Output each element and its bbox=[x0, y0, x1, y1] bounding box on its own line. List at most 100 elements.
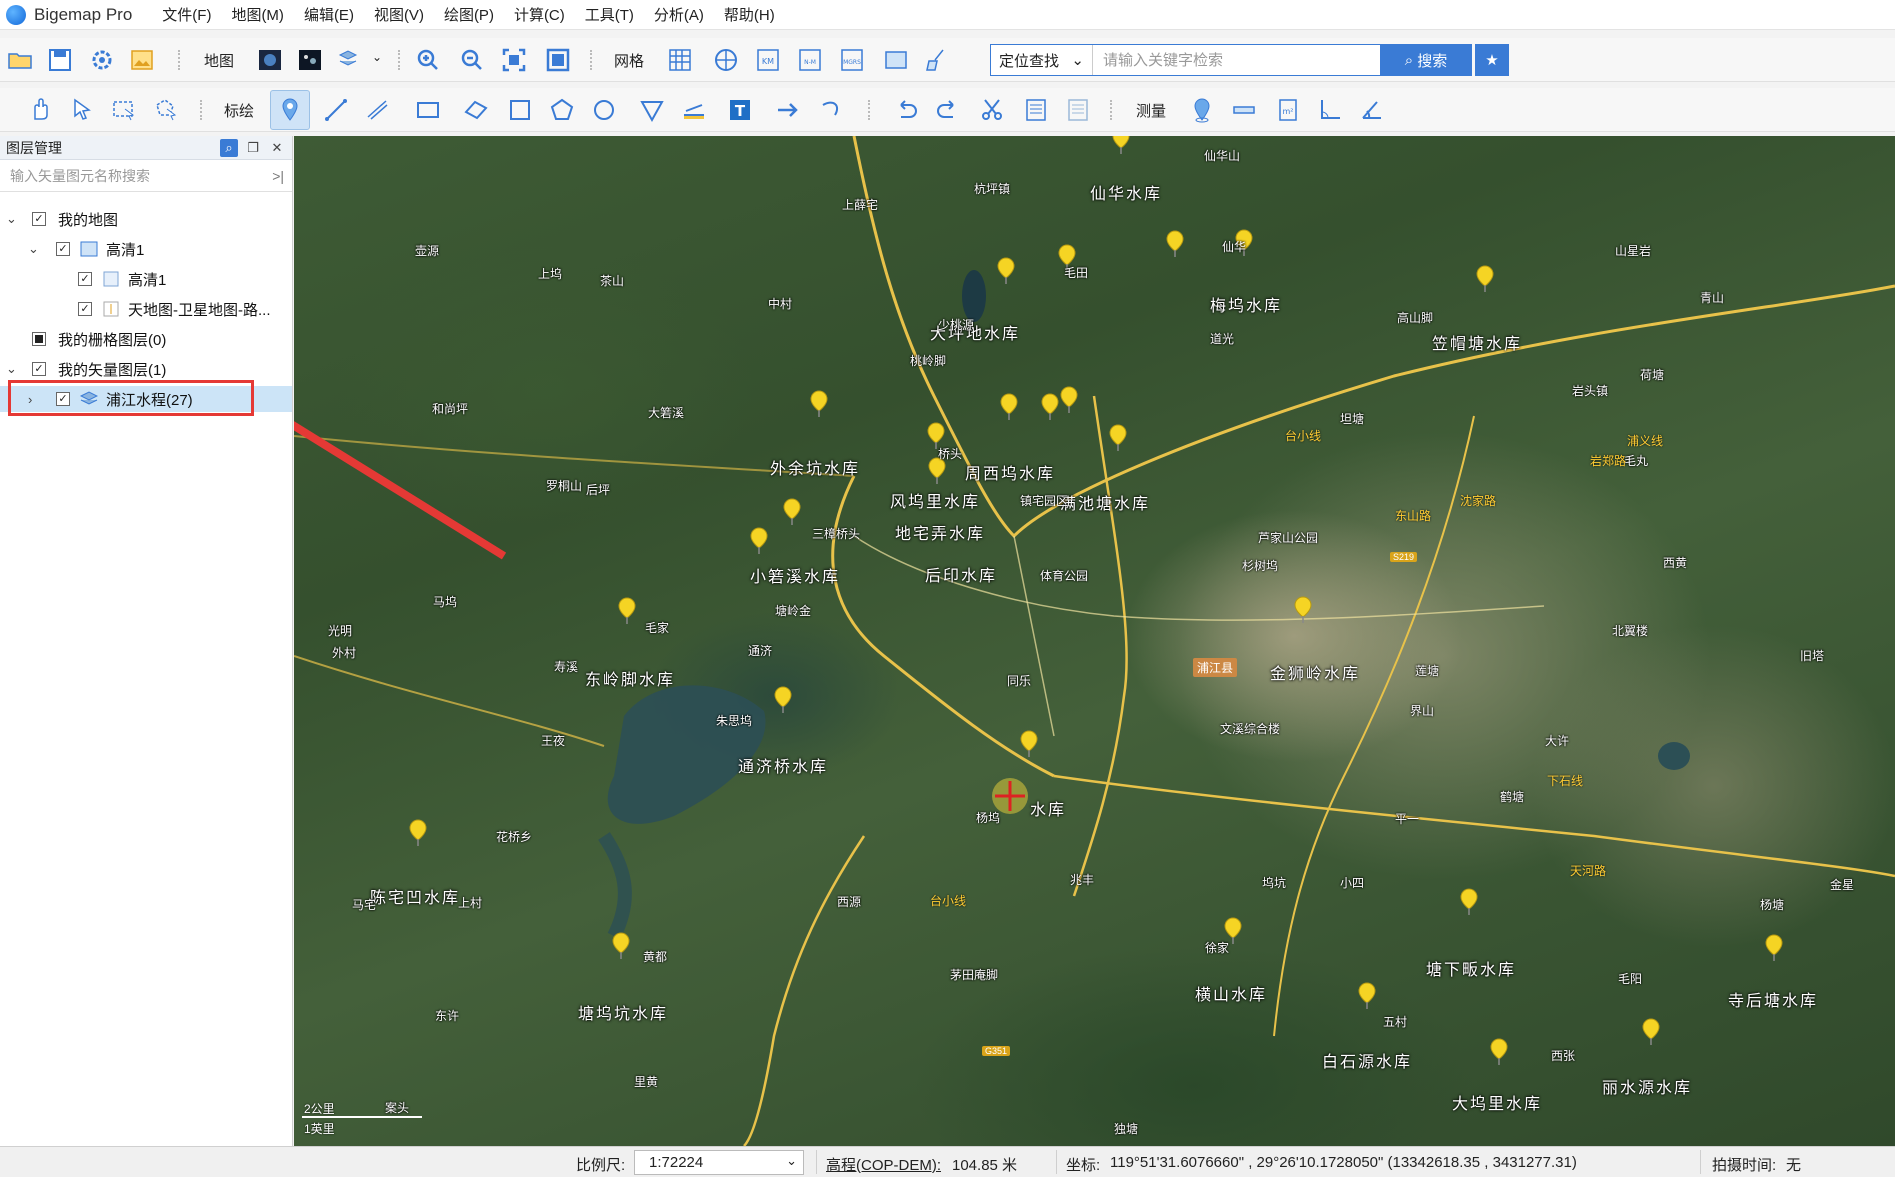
search-button[interactable]: ⌕ 搜索 bbox=[1380, 44, 1472, 76]
reservoir-label[interactable]: 通济桥水库 bbox=[738, 753, 828, 777]
reservoir-marker-pin-icon[interactable] bbox=[1111, 136, 1131, 155]
tree-row-tianditu[interactable]: ✓ 天地图-卫星地图-路... bbox=[0, 296, 292, 322]
image-icon[interactable] bbox=[128, 46, 156, 74]
menu-edit[interactable]: 编辑(E) bbox=[294, 4, 364, 25]
broom-clear-icon[interactable] bbox=[922, 46, 950, 74]
reservoir-marker-pin-icon[interactable] bbox=[1357, 982, 1377, 1010]
box-select-icon[interactable] bbox=[110, 96, 138, 124]
reservoir-marker-pin-icon[interactable] bbox=[1764, 934, 1784, 962]
save-icon[interactable] bbox=[46, 46, 74, 74]
reservoir-marker-pin-icon[interactable] bbox=[1019, 730, 1039, 758]
zoom-extent-icon[interactable] bbox=[500, 46, 528, 74]
reservoir-label[interactable]: 金狮岭水库 bbox=[1270, 660, 1360, 684]
satellite-map-icon[interactable] bbox=[256, 46, 284, 74]
menu-file[interactable]: 文件(F) bbox=[152, 4, 221, 25]
reservoir-label[interactable]: 仙华水库 bbox=[1090, 180, 1162, 204]
collapse-arrow-icon[interactable]: >| bbox=[272, 168, 284, 184]
measure-point-icon[interactable] bbox=[1188, 96, 1216, 124]
reservoir-marker-pin-icon[interactable] bbox=[1293, 596, 1313, 624]
menu-calc[interactable]: 计算(C) bbox=[504, 4, 575, 25]
reservoir-marker-pin-icon[interactable] bbox=[996, 257, 1016, 285]
reservoir-marker-pin-icon[interactable] bbox=[1459, 888, 1479, 916]
circle-draw-icon[interactable] bbox=[590, 96, 618, 124]
tree-row-vector[interactable]: ⌄ ✓ 我的矢量图层(1) bbox=[0, 356, 292, 382]
undo-icon[interactable] bbox=[892, 96, 920, 124]
line-draw-icon[interactable] bbox=[322, 96, 350, 124]
reservoir-marker-pin-icon[interactable] bbox=[617, 597, 637, 625]
square-draw-icon[interactable] bbox=[506, 96, 534, 124]
reservoir-label[interactable]: 横山水库 bbox=[1195, 981, 1267, 1005]
reservoir-label[interactable]: 外余坑水库 bbox=[770, 455, 860, 479]
reservoir-label[interactable]: 梅坞水库 bbox=[1210, 292, 1282, 316]
full-extent-icon[interactable] bbox=[544, 46, 572, 74]
reservoir-label[interactable]: 陈宅凹水库 bbox=[370, 884, 460, 908]
latlon-grid-icon[interactable] bbox=[712, 46, 740, 74]
list-icon[interactable] bbox=[1064, 96, 1092, 124]
reservoir-label[interactable]: 笠帽塘水库 bbox=[1432, 330, 1522, 354]
layer-search-field[interactable]: 输入矢量图元名称搜索 >| bbox=[0, 160, 292, 192]
reservoir-label[interactable]: 满池塘水库 bbox=[1060, 490, 1150, 514]
reservoir-marker-pin-icon[interactable] bbox=[1475, 265, 1495, 293]
mgrs-grid-icon[interactable]: MGRS bbox=[838, 46, 866, 74]
measure-angle-icon[interactable] bbox=[1316, 96, 1344, 124]
reservoir-label[interactable]: 小箬溪水库 bbox=[750, 563, 840, 587]
night-map-icon[interactable] bbox=[296, 46, 324, 74]
search-icon[interactable]: ⌕ bbox=[220, 139, 238, 157]
reservoir-label[interactable]: 大坞里水库 bbox=[1452, 1090, 1542, 1114]
checkbox-my-map[interactable]: ✓ bbox=[32, 212, 46, 226]
reservoir-marker-pin-icon[interactable] bbox=[611, 932, 631, 960]
tree-row-hd1-item[interactable]: ✓ 高清1 bbox=[0, 266, 292, 292]
curve-arrow-icon[interactable] bbox=[818, 96, 846, 124]
favorite-star-icon[interactable]: ★ bbox=[1475, 44, 1509, 76]
grid-icon[interactable] bbox=[666, 46, 694, 74]
chevron-down-icon[interactable]: ⌄ bbox=[28, 241, 39, 257]
polygon-draw-icon[interactable] bbox=[462, 96, 490, 124]
reservoir-marker-pin-icon[interactable] bbox=[1165, 230, 1185, 258]
text-tool-icon[interactable]: T bbox=[726, 96, 754, 124]
freehand-line-icon[interactable] bbox=[364, 96, 392, 124]
map-layers-dropdown-icon[interactable] bbox=[336, 46, 364, 74]
nmm-grid-icon[interactable]: N-M bbox=[796, 46, 824, 74]
reservoir-marker-pin-icon[interactable] bbox=[1040, 393, 1060, 421]
checkbox-vector[interactable]: ✓ bbox=[32, 362, 46, 376]
measure-label[interactable]: 测量 bbox=[1136, 100, 1166, 121]
scissors-cut-icon[interactable] bbox=[978, 96, 1006, 124]
float-window-icon[interactable]: ❐ bbox=[244, 139, 262, 157]
checkbox-raster[interactable] bbox=[32, 332, 46, 346]
close-icon[interactable]: ✕ bbox=[268, 139, 286, 157]
tree-row-my-map[interactable]: ⌄ ✓ 我的地图 bbox=[0, 206, 292, 232]
chevron-down-icon[interactable]: ⌄ bbox=[6, 361, 17, 377]
pentagon-draw-icon[interactable] bbox=[548, 96, 576, 124]
zoom-in-icon[interactable] bbox=[414, 46, 442, 74]
reservoir-marker-pin-icon[interactable] bbox=[999, 393, 1019, 421]
map-view[interactable]: 仙华水库 梅坞水库 笠帽塘水库 大坪地水库 周西坞水库 满池塘水库 金狮岭水库 外余坑水库 风坞… bbox=[294, 136, 1895, 1146]
redo-icon[interactable] bbox=[934, 96, 962, 124]
reservoir-label[interactable]: 塘坞坑水库 bbox=[578, 1000, 668, 1024]
menu-view[interactable]: 视图(V) bbox=[364, 4, 434, 25]
open-folder-icon[interactable] bbox=[6, 46, 34, 74]
buffer-icon[interactable] bbox=[680, 96, 708, 124]
map-tile-icon[interactable] bbox=[882, 46, 910, 74]
reservoir-marker-pin-icon[interactable] bbox=[1108, 424, 1128, 452]
chevron-down-icon[interactable]: ⌄ bbox=[6, 211, 17, 227]
checkbox-hd1-item[interactable]: ✓ bbox=[78, 272, 92, 286]
reservoir-marker-pin-icon[interactable] bbox=[749, 527, 769, 555]
menu-tools[interactable]: 工具(T) bbox=[575, 4, 644, 25]
reservoir-label[interactable]: 后印水库 bbox=[925, 562, 997, 586]
measure-area-icon[interactable]: m² bbox=[1274, 96, 1302, 124]
checkbox-hd1-group[interactable]: ✓ bbox=[56, 242, 70, 256]
arrow-draw-icon[interactable] bbox=[774, 96, 802, 124]
tree-row-raster[interactable]: 我的栅格图层(0) bbox=[0, 326, 292, 352]
reservoir-label[interactable]: 白石源水库 bbox=[1322, 1048, 1412, 1072]
marker-pin-icon[interactable] bbox=[270, 90, 310, 130]
reservoir-label[interactable]: 风坞里水库 bbox=[890, 488, 980, 512]
reservoir-label[interactable]: 东岭脚水库 bbox=[585, 666, 675, 690]
hand-pan-icon[interactable] bbox=[26, 96, 54, 124]
menu-help[interactable]: 帮助(H) bbox=[714, 4, 785, 25]
select-arrow-icon[interactable] bbox=[68, 96, 96, 124]
draw-label[interactable]: 标绘 bbox=[224, 100, 254, 121]
reservoir-label[interactable]: 丽水源水库 bbox=[1602, 1074, 1692, 1098]
menu-map[interactable]: 地图(M) bbox=[221, 4, 294, 25]
polygon-select-icon[interactable] bbox=[152, 96, 180, 124]
menu-analysis[interactable]: 分析(A) bbox=[644, 4, 714, 25]
